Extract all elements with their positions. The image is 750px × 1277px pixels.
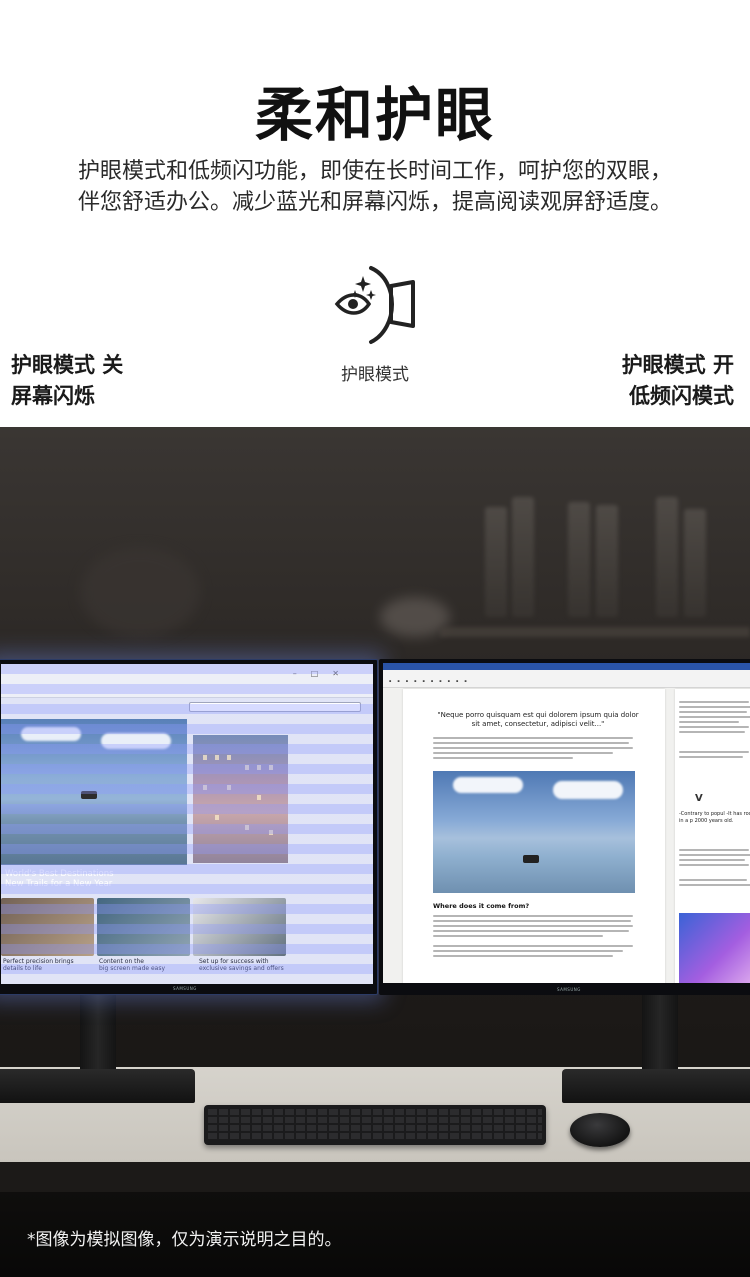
disclaimer-text: *图像为模拟图像，仅为演示说明之目的。	[27, 1230, 342, 1250]
left-label-line-2: 屏幕闪烁	[11, 384, 95, 408]
right-monitor-screen: ▪▪▪▪▪▪▪▪▪▪ "Neque porro quisquam est qui…	[383, 663, 750, 983]
document-heading: Where does it come from?	[433, 902, 530, 910]
right-label-line-2: 低频闪模式	[629, 384, 734, 408]
description-line-1: 护眼模式和低频闪功能，即使在长时间工作，呵护您的双眼，	[77, 159, 672, 184]
right-monitor-base	[562, 1069, 750, 1103]
page-description: 护眼模式和低频闪功能，即使在长时间工作，呵护您的双眼， 伴您舒适办公。减少蓝光和…	[0, 156, 750, 218]
card-image-3	[193, 898, 286, 956]
left-monitor: –□✕ World's Best Destinations New Trails…	[0, 659, 378, 995]
left-monitor-base	[0, 1069, 195, 1103]
background-shelf	[0, 427, 750, 687]
card-title-3: Set up for success with exclusive saving…	[199, 958, 284, 972]
document-image	[433, 771, 635, 893]
window-controls: –□✕	[292, 669, 353, 678]
card-title-1: Perfect precision brings details to life	[3, 958, 74, 972]
right-monitor: ▪▪▪▪▪▪▪▪▪▪ "Neque porro quisquam est qui…	[379, 659, 750, 995]
document-quote: "Neque porro quisquam est qui dolorem ip…	[437, 711, 639, 728]
left-label-line-1: 护眼模式 关	[11, 353, 124, 377]
hero-image: World's Best Destinations New Trails for…	[1, 719, 187, 889]
right-monitor-stand	[642, 995, 678, 1070]
page-2-quote: -Contrary to popul -It has roots in a p …	[679, 811, 750, 824]
page-title: 柔和护眼	[254, 81, 495, 149]
card-image-2	[97, 898, 190, 956]
mouse	[570, 1113, 630, 1147]
document-page: "Neque porro quisquam est qui dolorem ip…	[403, 689, 665, 983]
right-label-line-1: 护眼模式 开	[621, 353, 734, 377]
page-2-letter: V	[695, 793, 703, 804]
left-monitor-screen: –□✕ World's Best Destinations New Trails…	[1, 664, 373, 984]
page-2-image	[679, 913, 750, 983]
left-monitor-brand: SAMSUNG	[173, 986, 197, 991]
card-image-1	[1, 898, 94, 956]
description-line-2: 伴您舒适办公。减少蓝光和屏幕闪烁，提高阅读观屏舒适度。	[77, 190, 672, 215]
browser-toolbar: –□✕	[1, 664, 373, 698]
city-image	[193, 735, 288, 863]
hero-caption: World's Best Destinations New Trails for…	[5, 869, 114, 889]
eye-care-icon	[333, 262, 417, 346]
card-title-2: Content on the big screen made easy	[99, 958, 166, 972]
document-page-2: V -Contrary to popul -It has roots in a …	[675, 689, 750, 983]
left-monitor-stand	[80, 995, 116, 1070]
product-scene: –□✕ World's Best Destinations New Trails…	[0, 427, 750, 1277]
address-bar	[189, 702, 361, 712]
document-ribbon: ▪▪▪▪▪▪▪▪▪▪	[383, 670, 750, 688]
keyboard	[204, 1105, 546, 1145]
left-mode-label: 护眼模式 关 屏幕闪烁	[11, 350, 123, 412]
document-title-bar	[383, 663, 750, 670]
right-monitor-brand: SAMSUNG	[557, 987, 581, 992]
right-mode-label: 护眼模式 开 低频闪模式	[622, 350, 734, 412]
